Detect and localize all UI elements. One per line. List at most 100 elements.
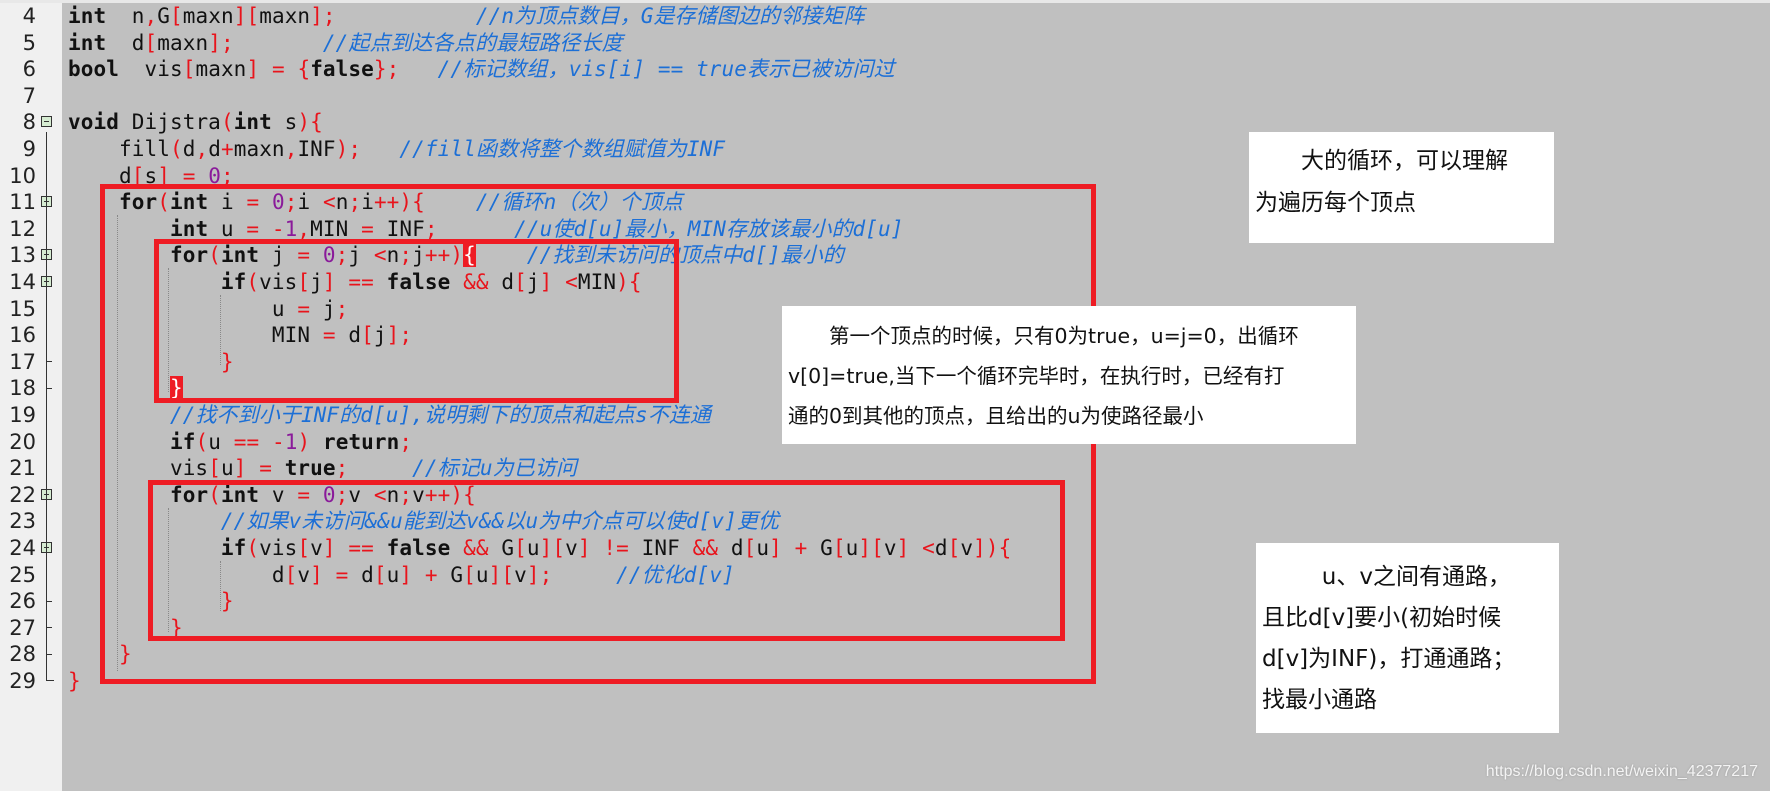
code-token: d: [182, 137, 196, 161]
fold-tree-tick-26: [46, 601, 52, 602]
code-text: int d[maxn]; //起点到达各点的最短路径长度: [68, 30, 623, 57]
note-inner-loop: 第一个顶点的时候，只有0为true，u=j=0，出循环 v[0]=true,当下…: [782, 306, 1356, 444]
code-token: [: [144, 30, 158, 55]
line-number: 24: [9, 536, 36, 560]
code-text: fill(d,d+maxn,INF); //fill函数将整个数组赋值为INF: [68, 136, 725, 163]
code-token: ,: [195, 137, 209, 161]
code-token: void: [68, 110, 119, 135]
line-number: 16: [9, 323, 36, 348]
line-number: 15: [9, 296, 36, 321]
code-comment: //fill函数将整个数组赋值为INF: [399, 137, 726, 161]
line-number: 19: [9, 403, 36, 427]
fold-tree-line: [46, 132, 47, 680]
code-token: s: [271, 110, 298, 135]
code-text: int n,G[maxn][maxn]; //n为顶点数目，G是存储图边的邻接矩…: [68, 3, 864, 30]
relax-loop-highlight-box: [148, 480, 1065, 641]
code-token: };: [373, 57, 400, 82]
fold-tree-tick-28: [46, 654, 52, 655]
fold-tree-tick-17: [46, 361, 52, 362]
code-token: ][: [233, 4, 260, 28]
note-relax-loop: u、v之间有通路， 且比d[v]要小(初始时候 d[v]为INF)，打通通路； …: [1256, 543, 1559, 733]
code-comment: //起点到达各点的最短路径长度: [322, 30, 623, 55]
line-number: 12: [9, 216, 36, 241]
line-number: 9: [22, 137, 36, 161]
note-outer-loop: 大的循环，可以理解 为遍历每个顶点: [1249, 132, 1554, 243]
note-outer-loop-line: 为遍历每个顶点: [1255, 190, 1416, 216]
line-number: 5: [22, 30, 36, 55]
code-token: +: [220, 137, 234, 161]
code-text: void Dijstra(int s){: [68, 109, 323, 136]
fold-tree-tick-27: [46, 627, 52, 628]
code-text: bool vis[maxn] = {false}; //标记数组，vis[i] …: [68, 56, 895, 83]
note-inner-loop-line: 第一个顶点的时候，只有0为true，u=j=0，出循环: [829, 324, 1299, 348]
code-token: G: [157, 4, 170, 28]
line-number: 7: [22, 83, 36, 108]
line-number: 13: [9, 243, 36, 268]
code-token: maxn: [157, 30, 209, 55]
code-token: ,: [284, 137, 298, 161]
code-token: maxn: [233, 137, 285, 161]
code-token: maxn: [182, 4, 234, 28]
line-number: 8: [22, 110, 36, 135]
line-number: 21: [9, 456, 36, 481]
line-number: 10: [9, 163, 36, 188]
note-relax-loop-line: u、v之间有通路，: [1321, 564, 1511, 590]
code-token: maxn: [195, 57, 247, 82]
code-line: 5 int d[maxn]; //起点到达各点的最短路径长度: [0, 30, 1240, 57]
note-inner-loop-line: v[0]=true,当下一个循环完毕时，在执行时，已经有打: [788, 364, 1285, 388]
code-token: ]: [246, 57, 260, 82]
code-token: [: [169, 4, 183, 28]
note-relax-loop-line: d[v]为INF)，打通通路；: [1262, 646, 1516, 672]
code-line: 6 bool vis[maxn] = {false}; //标记数组，vis[i]…: [0, 56, 1240, 83]
code-token: false: [310, 57, 374, 82]
note-relax-loop-line: 且比d[v]要小(初始时候: [1262, 605, 1502, 631]
code-token: vis: [118, 57, 183, 82]
code-token: d: [208, 137, 221, 161]
line-number: 27: [9, 615, 36, 640]
line-number: 18: [9, 376, 36, 401]
code-token: int: [68, 4, 107, 28]
code-token: int: [68, 30, 107, 55]
line-number: 28: [9, 642, 36, 667]
line-number: 26: [9, 589, 36, 614]
code-token: ){: [297, 110, 323, 135]
code-line: 4 int n,G[maxn][maxn]; //n为顶点数目，G是存储图边的邻接…: [0, 3, 1240, 30]
fold-tree-tick-18: [46, 388, 52, 389]
code-token: ];: [208, 30, 234, 55]
code-token: INF: [297, 137, 336, 161]
code-token: Dijstra: [118, 110, 221, 135]
code-token: ];: [310, 4, 336, 28]
fold-tree-end-29: [46, 680, 54, 681]
line-number: 6: [22, 57, 36, 82]
code-comment: //标记数组，vis[i] == true表示已被访问过: [437, 57, 895, 82]
note-inner-loop-line: 通的0到其他的顶点，且给出的u为使路径最小: [788, 404, 1204, 428]
code-token: n: [106, 4, 145, 28]
code-token: );: [335, 137, 362, 161]
line-number: 22: [9, 482, 36, 507]
code-token: [: [182, 57, 196, 82]
inner-min-loop-highlight-box: [154, 239, 679, 403]
code-token: ,: [144, 4, 158, 28]
code-token: maxn: [259, 4, 311, 28]
line-number: 11: [9, 190, 36, 215]
code-token: bool: [68, 57, 119, 82]
fold-collapse-icon[interactable]: [41, 116, 52, 128]
code-token: {: [297, 57, 311, 82]
code-line: 7: [0, 83, 1240, 110]
line-number: 17: [9, 349, 36, 374]
watermark: https://blog.csdn.net/weixin_42377217: [1485, 763, 1758, 780]
code-token: d: [106, 30, 145, 55]
code-token: fill: [68, 137, 170, 161]
code-comment: //n为顶点数目，G是存储图边的邻接矩阵: [475, 4, 865, 28]
code-token: (: [220, 110, 234, 135]
code-token: =: [271, 57, 285, 82]
code-token: int: [233, 110, 272, 135]
code-token: (: [169, 137, 183, 161]
code-editor: 4 int n,G[maxn][maxn]; //n为顶点数目，G是存储图边的邻接…: [0, 0, 1770, 791]
